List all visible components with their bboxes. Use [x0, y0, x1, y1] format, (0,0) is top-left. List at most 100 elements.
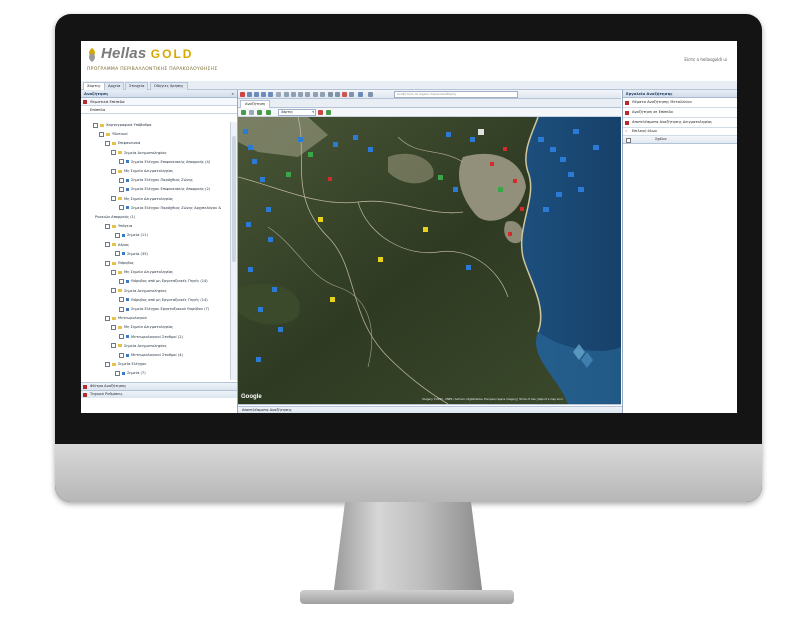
tab-map[interactable]: Χάρτης — [83, 82, 105, 90]
layers-row[interactable]: Επίπεδα — [81, 106, 237, 114]
search-filters-row[interactable]: Φίλτρα Αναζήτησης — [81, 382, 237, 390]
layer-checkbox[interactable] — [119, 297, 124, 303]
tree-node[interactable]: Μετεωρολογικοί Σταθμοί (4) — [119, 352, 183, 358]
layer-checkbox[interactable] — [111, 196, 116, 202]
tree-node[interactable]: Μετεωρολογικοί Σταθμοί (2) — [119, 334, 183, 340]
layer-checkbox[interactable] — [115, 251, 120, 257]
layer-checkbox[interactable] — [119, 159, 124, 165]
measure-icon[interactable] — [313, 91, 318, 97]
layer-checkbox[interactable] — [105, 361, 110, 367]
tree-node[interactable]: Ρυακιών Απορροής (1) — [95, 214, 135, 220]
info-icon[interactable] — [358, 91, 363, 97]
satellite-map[interactable]: Google Imagery ©2015 , CNES / Astrium, D… — [238, 117, 621, 404]
grid-icon[interactable] — [328, 91, 333, 97]
tree-node[interactable]: Μη Σημεία Δειγματοληψίας — [111, 269, 173, 275]
tree-node[interactable]: Σημεία Δειγματοληψίας — [111, 150, 167, 156]
tree-node[interactable]: Σημεία (7) — [115, 370, 146, 376]
layer-checkbox[interactable] — [111, 168, 116, 174]
pan-down-icon[interactable] — [261, 91, 266, 97]
tree-node[interactable]: Σημεία Δειγματοληψίας — [111, 288, 167, 294]
area-icon[interactable] — [320, 91, 325, 97]
basemap-select[interactable]: Χάρτης ▾ — [278, 109, 316, 116]
map-attribution[interactable]: Imagery ©2015 , CNES / Astrium, DigitalG… — [422, 398, 563, 401]
tab-help[interactable]: Οδηγίες Χρήσης — [150, 82, 188, 90]
tree-node[interactable]: Σημεία (35) — [115, 251, 148, 257]
tree-node[interactable]: Μη Σημεία Δειγματοληψίας — [111, 196, 173, 202]
full-extent-icon[interactable] — [305, 91, 310, 97]
tree-node[interactable]: Υπόγεια — [105, 223, 132, 229]
layer-checkbox[interactable] — [105, 260, 110, 266]
tree-node[interactable]: Αέρας — [105, 242, 129, 248]
tree-node[interactable]: Σημεία Ελέγχου Επιφανειακής Απορροής (4) — [119, 159, 210, 165]
tree-node[interactable]: Υδατικοί — [99, 131, 128, 137]
zoom-box-icon[interactable] — [298, 91, 303, 97]
tree-scrollbar[interactable] — [230, 122, 237, 380]
tab-search[interactable]: Αναζήτηση — [240, 100, 271, 108]
tab-data[interactable]: Στοιχεία — [125, 82, 149, 90]
refresh-icon[interactable] — [266, 109, 271, 115]
layer-checkbox[interactable] — [111, 343, 116, 349]
tree-node[interactable]: Θόρυβος από μη Εργοταξιακές Πηγές (14) — [119, 278, 208, 284]
layer-checkbox[interactable] — [93, 122, 98, 128]
search-tool-1[interactable]: Θέματα Αναζήτησης Μεταλλείου — [623, 98, 737, 108]
layer-checkbox[interactable] — [111, 288, 116, 294]
layer-checkbox[interactable] — [119, 177, 124, 183]
tree-node[interactable]: Σημεία Ελέγχου Εργοταξιακού Θορύβου (7) — [119, 306, 209, 312]
select-all-row[interactable]: ✓ Επιλογή όλων — [623, 128, 737, 136]
table-icon[interactable] — [335, 91, 340, 97]
tree-node[interactable]: Επιφανειακά — [105, 140, 140, 146]
layer-checkbox[interactable] — [111, 324, 116, 330]
clear-icon[interactable] — [342, 91, 347, 97]
zoom-out-icon[interactable] — [291, 91, 296, 97]
delete-icon[interactable] — [318, 109, 323, 115]
checkbox-col[interactable] — [626, 138, 631, 143]
export-icon[interactable] — [349, 91, 354, 97]
tree-node[interactable]: Σημεία Δειγματοληψίας — [111, 343, 167, 349]
scroll-thumb[interactable] — [232, 136, 236, 262]
search-icon[interactable] — [368, 91, 373, 97]
comments-column[interactable]: Σχόλια — [655, 136, 667, 143]
layer-checkbox[interactable] — [105, 315, 110, 321]
layer-checkbox[interactable] — [119, 186, 124, 192]
save-icon[interactable] — [257, 109, 262, 115]
layer-checkbox[interactable] — [119, 306, 124, 312]
pan-left-icon[interactable] — [247, 91, 252, 97]
zoom-in-icon[interactable] — [284, 91, 289, 97]
layer-checkbox[interactable] — [105, 242, 110, 248]
search-tool-2[interactable]: Αναζήτηση σε Επίπεδα — [623, 108, 737, 118]
layer-checkbox[interactable] — [105, 140, 110, 146]
map-search-input[interactable]: Αναζήτηση σε σημείο παρακολούθησης — [394, 91, 518, 98]
tree-node[interactable]: Μετεωρολογικά — [105, 315, 147, 321]
layer-checkbox[interactable] — [115, 370, 120, 376]
layer-checkbox[interactable] — [119, 352, 124, 358]
tree-node[interactable]: Χαρτογραφικά Υπόβαθρα — [93, 122, 152, 128]
tree-node[interactable]: Σημεία Ελέγχου — [105, 361, 146, 367]
tree-node[interactable]: Σημεία Ελέγχου Παρόχθιας Ζώνης Αρχιπελάγ… — [119, 205, 221, 211]
pan-right-icon[interactable] — [268, 91, 273, 97]
layer-checkbox[interactable] — [111, 150, 116, 156]
apply-icon[interactable] — [326, 109, 331, 115]
tree-node[interactable]: Σημεία Ελέγχου Επιφανειακής Απορροής (2) — [119, 186, 210, 192]
layer-checkbox[interactable] — [119, 278, 124, 284]
layer-checkbox[interactable] — [111, 269, 116, 275]
layer-checkbox[interactable] — [119, 205, 124, 211]
tree-node[interactable]: Σημεία Ελέγχου Παρόχθιας Ζώνης — [119, 177, 193, 183]
user-info[interactable]: Είστε ο hellasgold\ ui — [684, 57, 727, 62]
layer-checkbox[interactable] — [115, 232, 120, 238]
search-tool-3[interactable]: Αποτελέσματα Αναζήτησης Δειγματοληψίας — [623, 118, 737, 128]
tree-node[interactable]: Μη Σημεία Δειγματοληψίας — [111, 168, 173, 174]
map-imagery[interactable] — [238, 117, 621, 404]
tree-node[interactable]: Θόρυβος — [105, 260, 134, 266]
tech-settings-row[interactable]: Τεχνικά Ρυθμίσεις — [81, 390, 237, 398]
select-icon[interactable] — [276, 91, 281, 97]
tree-node[interactable]: Μη Σημεία Δειγματοληψίας — [111, 324, 173, 330]
pan-up-icon[interactable] — [254, 91, 259, 97]
print-icon[interactable] — [240, 91, 245, 97]
edit-icon[interactable] — [249, 109, 254, 115]
tree-node[interactable]: Θόρυβος από μη Εργοταξιακές Πηγές (14) — [119, 297, 208, 303]
add-icon[interactable] — [241, 109, 246, 115]
tab-files[interactable]: Αρχεία — [104, 82, 125, 90]
layer-checkbox[interactable] — [99, 131, 104, 137]
thematic-layers-row[interactable]: Θεματικά Επίπεδα — [81, 98, 237, 106]
tree-node[interactable]: Σημεία (11) — [115, 232, 148, 238]
